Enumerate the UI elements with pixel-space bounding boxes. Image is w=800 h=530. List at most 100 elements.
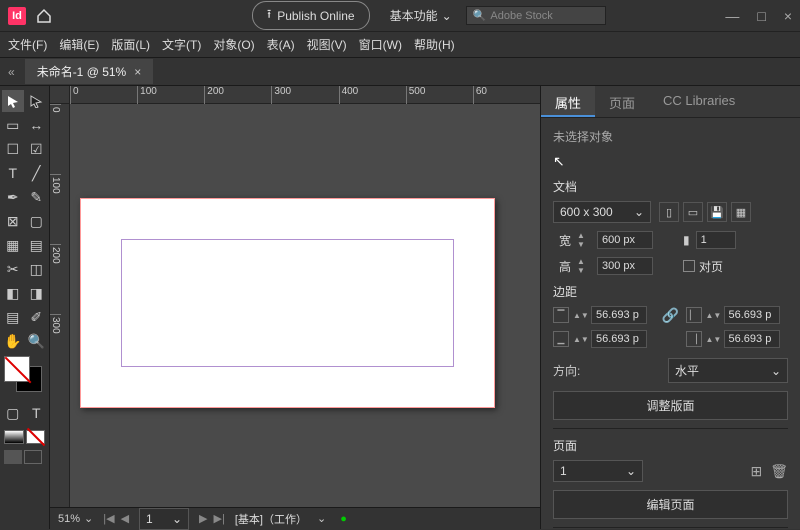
margin-bottom-stepper[interactable]: ▲▼ (573, 335, 587, 344)
margin-right-icon: ▕ (686, 331, 702, 347)
preview-view-icon[interactable] (24, 450, 42, 464)
close-icon[interactable]: × (784, 8, 792, 24)
width-stepper[interactable]: ▲▼ (577, 231, 591, 249)
free-transform-tool[interactable]: ◫ (26, 258, 48, 280)
preset-dropdown[interactable]: 600 x 300 ⌄ (553, 201, 651, 223)
menu-help[interactable]: 帮助(H) (414, 36, 455, 53)
eyedropper-tool[interactable]: ✐ (26, 306, 48, 328)
selection-tool[interactable] (2, 90, 24, 112)
preset-more-icon[interactable]: ▦ (731, 202, 751, 222)
menu-layout[interactable]: 版面(L) (111, 36, 150, 53)
margin-bottom-input[interactable]: 56.693 p (591, 330, 647, 348)
menu-window[interactable]: 窗口(W) (359, 36, 402, 53)
first-page-icon[interactable]: |◀ (103, 512, 114, 525)
orientation-portrait-icon[interactable]: ▯ (659, 202, 679, 222)
formatting-text-icon[interactable]: T (26, 402, 48, 424)
line-tool[interactable]: ╱ (26, 162, 48, 184)
menu-view[interactable]: 视图(V) (307, 36, 347, 53)
fill-swatch[interactable] (4, 356, 30, 382)
ruler-tick: 300 (50, 314, 61, 384)
margin-right-input[interactable]: 56.693 p (724, 330, 780, 348)
stock-search-input[interactable]: 🔍 Adobe Stock (466, 6, 606, 25)
width-input[interactable]: 600 px (597, 231, 653, 249)
page-select-dropdown[interactable]: 1 ⌄ (553, 460, 643, 482)
vertical-ruler[interactable]: 0 100 200 300 (50, 104, 70, 529)
expand-panels-icon[interactable]: « (8, 65, 15, 79)
orientation-landscape-icon[interactable]: ▭ (683, 202, 703, 222)
canvas-area[interactable]: 0 100 200 300 400 500 60 0 100 200 300 (50, 86, 540, 529)
zoom-tool[interactable]: 🔍 (26, 330, 48, 352)
orientation-dropdown[interactable]: 水平 ⌄ (668, 358, 788, 383)
apply-none-icon[interactable] (26, 430, 46, 444)
tab-pages[interactable]: 页面 (595, 86, 649, 117)
last-page-icon[interactable]: ▶| (214, 512, 225, 525)
page-nav-dropdown[interactable]: 1 ⌄ (139, 508, 189, 530)
horizontal-ruler[interactable]: 0 100 200 300 400 500 60 (70, 86, 540, 104)
tab-properties[interactable]: 属性 (541, 86, 595, 117)
maximize-icon[interactable]: □ (757, 8, 765, 24)
bleed-input[interactable]: 1 (696, 231, 736, 249)
rectangle-frame-tool[interactable]: ⊠ (2, 210, 24, 232)
zoom-dropdown[interactable]: 51% ⌄ (58, 512, 93, 525)
gradient-swatch-tool[interactable]: ◧ (2, 282, 24, 304)
margin-top-stepper[interactable]: ▲▼ (573, 311, 587, 320)
normal-view-icon[interactable] (4, 450, 22, 464)
margin-bottom-icon: ▁ (553, 331, 569, 347)
scissors-tool[interactable]: ✂ (2, 258, 24, 280)
close-tab-icon[interactable]: × (134, 65, 141, 79)
menu-type[interactable]: 文字(T) (162, 36, 201, 53)
document-section-title: 文档 (553, 178, 788, 195)
margin-left-input[interactable]: 56.693 p (724, 306, 780, 324)
delete-page-icon[interactable]: 🗑 (770, 463, 788, 480)
tab-cc-libraries[interactable]: CC Libraries (649, 86, 749, 117)
content-placer-tool[interactable]: ☑ (26, 138, 48, 160)
document-page[interactable] (80, 198, 495, 408)
height-input[interactable]: 300 px (597, 257, 653, 275)
cursor-icon: ↖ (553, 153, 565, 169)
menu-table[interactable]: 表(A) (267, 36, 295, 53)
prev-page-icon[interactable]: ◀ (121, 512, 129, 525)
publish-online-button[interactable]: ⭱ Publish Online (252, 1, 370, 30)
content-collector-tool[interactable]: ☐ (2, 138, 24, 160)
type-tool[interactable]: T (2, 162, 24, 184)
note-tool[interactable]: ▤ (2, 306, 24, 328)
minimize-icon[interactable]: — (725, 8, 739, 24)
menu-file[interactable]: 文件(F) (8, 36, 47, 53)
page-tool[interactable]: ▭ (2, 114, 24, 136)
home-icon[interactable] (36, 8, 52, 24)
preflight-menu-icon[interactable]: ⌄ (317, 512, 326, 525)
new-page-icon[interactable]: ⊞ (750, 463, 762, 480)
next-page-icon[interactable]: ▶ (199, 512, 207, 525)
orientation-value: 水平 (675, 362, 699, 379)
facing-pages-checkbox[interactable]: 对页 (683, 258, 723, 275)
facing-label: 对页 (699, 258, 723, 275)
apply-gradient-icon[interactable] (4, 430, 24, 444)
hand-tool[interactable]: ✋ (2, 330, 24, 352)
link-margins-icon[interactable]: 🔗 (662, 306, 680, 324)
adjust-layout-button[interactable]: 调整版面 (553, 391, 788, 420)
zoom-value: 51% (58, 513, 80, 525)
rectangle-tool[interactable]: ▢ (26, 210, 48, 232)
margin-top-input[interactable]: 56.693 p (591, 306, 647, 324)
menu-object[interactable]: 对象(O) (213, 36, 254, 53)
menu-edit[interactable]: 编辑(E) (59, 36, 99, 53)
workspace-dropdown[interactable]: 基本功能 ⌄ (390, 7, 452, 24)
preset-save-icon[interactable]: 💾 (707, 202, 727, 222)
preflight-status[interactable]: [基本]（工作） (235, 511, 307, 527)
formatting-container-icon[interactable]: ▢ (2, 402, 24, 424)
pencil-tool[interactable]: ✎ (26, 186, 48, 208)
direct-selection-tool[interactable] (26, 90, 48, 112)
document-tab-title: 未命名-1 @ 51% (37, 63, 127, 80)
grid-tool-icon[interactable]: ▤ (26, 234, 48, 256)
table-tool-icon[interactable]: ▦ (2, 234, 24, 256)
gap-tool[interactable]: ↔ (26, 114, 48, 136)
height-stepper[interactable]: ▲▼ (577, 257, 591, 275)
margin-left-stepper[interactable]: ▲▼ (706, 311, 720, 320)
pen-tool[interactable]: ✒ (2, 186, 24, 208)
ruler-origin[interactable] (50, 86, 70, 104)
document-tab[interactable]: 未命名-1 @ 51% × (25, 59, 154, 84)
edit-page-button[interactable]: 编辑页面 (553, 490, 788, 519)
chevron-down-icon: ⌄ (84, 512, 93, 525)
margin-right-stepper[interactable]: ▲▼ (706, 335, 720, 344)
gradient-feather-tool[interactable]: ◨ (26, 282, 48, 304)
